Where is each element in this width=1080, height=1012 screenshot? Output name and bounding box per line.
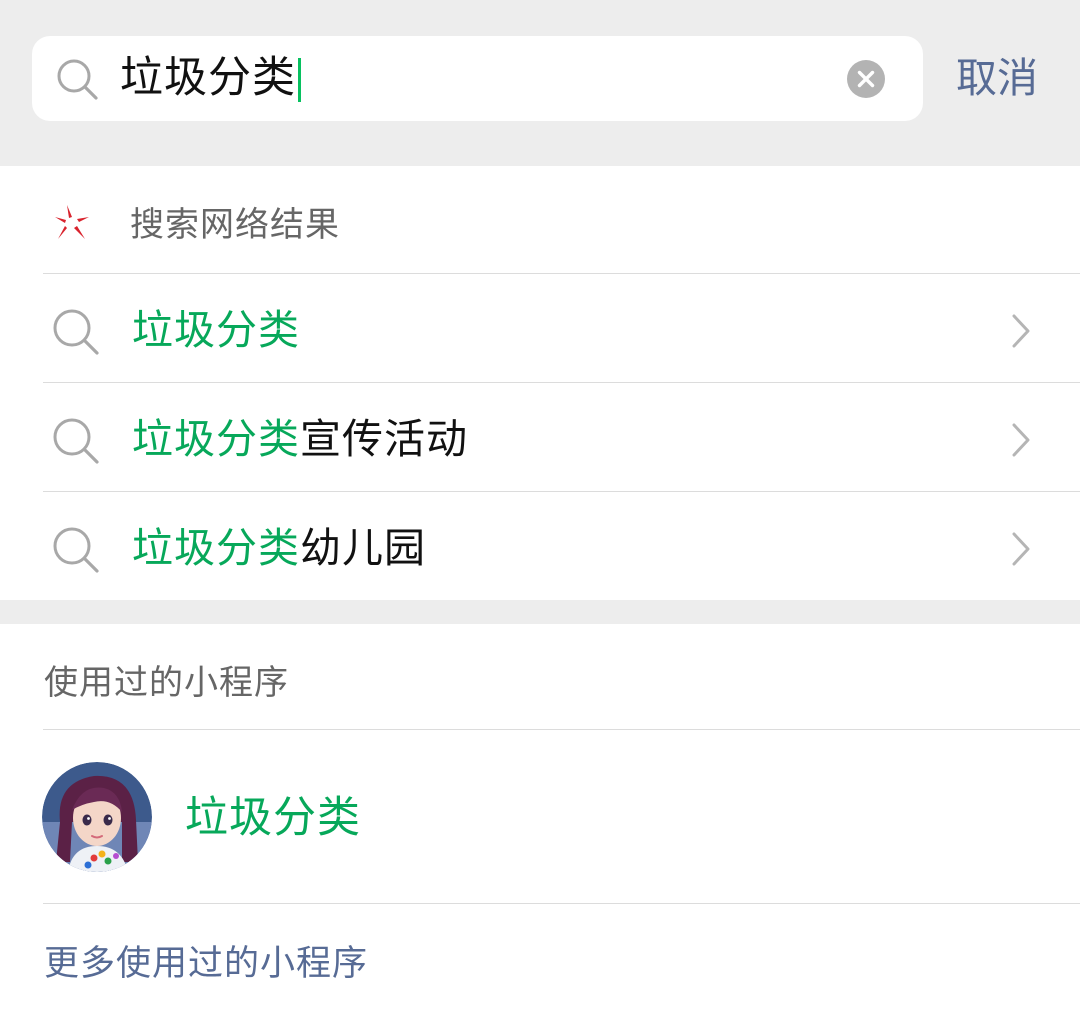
search-icon	[53, 309, 99, 355]
suggestion-rest: 宣传活动	[300, 415, 468, 463]
mini-program-name: 垃圾分类	[185, 793, 361, 843]
cancel-button[interactable]: 取消	[956, 36, 1038, 121]
suggestion-text: 垃圾分类	[132, 274, 300, 383]
suggestion-text: 垃圾分类宣传活动	[132, 383, 468, 492]
chevron-right-icon	[1012, 423, 1030, 457]
suggestion-row[interactable]: 垃圾分类	[0, 274, 1080, 383]
suggestion-row[interactable]: 垃圾分类幼儿园	[0, 492, 1080, 601]
suggestion-match: 垃圾分类	[132, 415, 300, 463]
text-cursor	[298, 58, 301, 102]
mini-program-avatar	[42, 762, 152, 872]
search-icon	[53, 418, 99, 464]
more-mini-programs-link[interactable]: 更多使用过的小程序	[44, 904, 368, 1012]
search-icon	[57, 59, 98, 100]
search-header: 垃圾分类 取消	[0, 0, 1080, 166]
search-box[interactable]: 垃圾分类	[32, 36, 923, 121]
web-results-header: 搜索网络结果	[0, 166, 1080, 273]
chevron-right-icon	[1012, 314, 1030, 348]
sougou-logo-icon	[55, 205, 89, 239]
suggestion-row[interactable]: 垃圾分类宣传活动	[0, 383, 1080, 492]
web-results-section: 搜索网络结果 垃圾分类 垃圾分类宣传活动 垃圾分类幼儿园	[0, 166, 1080, 600]
suggestion-rest: 幼儿园	[300, 524, 426, 572]
clear-icon[interactable]	[847, 60, 885, 98]
section-separator	[0, 600, 1080, 624]
suggestion-match: 垃圾分类	[132, 306, 300, 354]
web-results-label: 搜索网络结果	[130, 205, 340, 245]
search-icon	[53, 527, 99, 573]
search-input[interactable]: 垃圾分类	[120, 36, 296, 121]
suggestion-match: 垃圾分类	[132, 524, 300, 572]
mini-program-item[interactable]: 垃圾分类	[0, 730, 1080, 903]
suggestion-text: 垃圾分类幼儿园	[132, 492, 426, 601]
mini-programs-header: 使用过的小程序	[44, 663, 289, 703]
chevron-right-icon	[1012, 532, 1030, 566]
mini-programs-section: 使用过的小程序 垃圾分类 更多使用过的小程序	[0, 624, 1080, 1012]
